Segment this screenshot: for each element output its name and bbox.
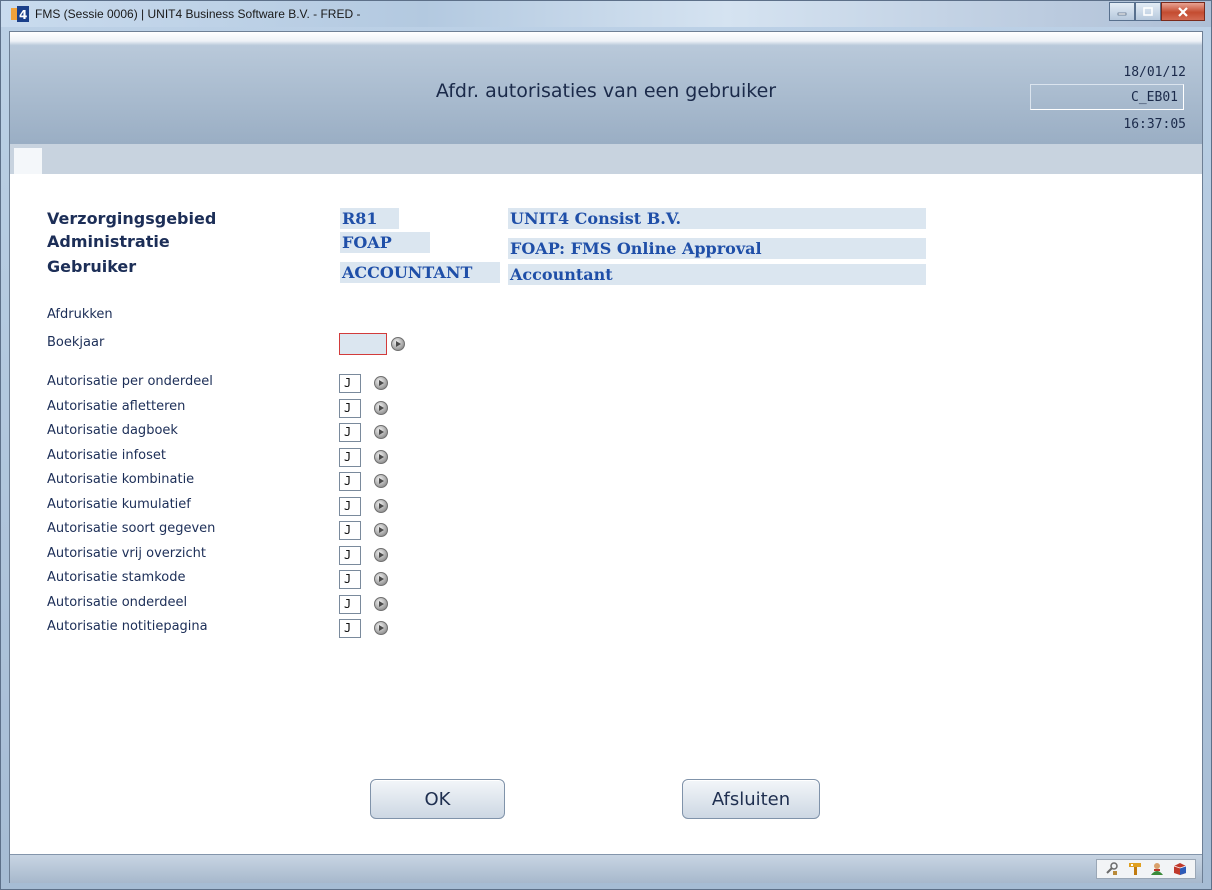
lookup-arrow-icon[interactable] [374,474,388,488]
value-administratie-description: FOAP: FMS Online Approval [508,238,926,259]
unit4-logo-icon: 4 [11,6,29,22]
input-autorisatie-per-onderdeel[interactable]: J [339,374,361,393]
title-bar[interactable]: 4 FMS (Sessie 0006) | UNIT4 Business Sof… [1,1,1211,27]
minimize-button[interactable] [1109,2,1135,21]
label-autorisatie-per-onderdeel: Autorisatie per onderdeel [47,374,213,389]
header-date: 18/01/12 [1123,65,1186,80]
label-autorisatie-afletteren: Autorisatie afletteren [47,399,186,414]
label-boekjaar: Boekjaar [47,335,105,350]
label-autorisatie-vrij-overzicht: Autorisatie vrij overzicht [47,546,207,561]
help-icon[interactable] [1128,862,1142,876]
lookup-arrow-icon[interactable] [374,450,388,464]
ok-button[interactable]: OK [370,779,505,819]
page-header: Afdr. autorisaties van een gebruiker 18/… [10,32,1202,144]
status-bar [10,854,1202,883]
lookup-arrow-icon[interactable] [374,499,388,513]
lookup-arrow-icon[interactable] [374,597,388,611]
window-controls [1109,2,1205,21]
boekjaar-input[interactable] [339,333,387,355]
box-icon[interactable] [1173,862,1187,876]
label-autorisatie-dagboek: Autorisatie dagboek [47,423,178,438]
afsluiten-button[interactable]: Afsluiten [682,779,820,819]
lookup-arrow-icon[interactable] [374,572,388,586]
label-autorisatie-notitiepagina: Autorisatie notitiepagina [47,619,208,634]
input-autorisatie-infoset[interactable]: J [339,448,361,467]
value-verzorgingsgebied-description: UNIT4 Consist B.V. [508,208,926,229]
minimize-icon [1117,12,1127,15]
label-administratie: Administratie [47,232,170,251]
label-autorisatie-kombinatie: Autorisatie kombinatie [47,472,195,487]
label-gebruiker: Gebruiker [47,257,137,276]
value-verzorgingsgebied-code: R81 [340,208,399,229]
maximize-icon [1143,6,1153,16]
label-autorisatie-infoset: Autorisatie infoset [47,448,166,463]
close-icon [1178,6,1188,17]
value-gebruiker-code: ACCOUNTANT [340,262,500,283]
window-title: FMS (Sessie 0006) | UNIT4 Business Softw… [35,7,361,21]
value-administratie-code: FOAP [340,232,430,253]
lookup-arrow-icon[interactable] [374,401,388,415]
maximize-button[interactable] [1135,2,1161,21]
input-autorisatie-notitiepagina[interactable]: J [339,619,361,638]
page-title: Afdr. autorisaties van een gebruiker [435,80,777,102]
input-autorisatie-kumulatief[interactable]: J [339,497,361,516]
footer-icon-tray [1096,859,1196,879]
user-icon[interactable] [1150,862,1164,876]
input-autorisatie-afletteren[interactable]: J [339,399,361,418]
input-autorisatie-soort-gegeven[interactable]: J [339,521,361,540]
lookup-arrow-icon[interactable] [374,523,388,537]
svg-text:4: 4 [19,8,27,22]
input-autorisatie-vrij-overzicht[interactable]: J [339,546,361,565]
label-autorisatie-kumulatief: Autorisatie kumulatief [47,497,191,512]
label-verzorgingsgebied: Verzorgingsgebied [47,209,217,228]
input-autorisatie-stamkode[interactable]: J [339,570,361,589]
section-afdrukken: Afdrukken [47,307,113,322]
lookup-arrow-icon[interactable] [374,621,388,635]
label-autorisatie-onderdeel: Autorisatie onderdeel [47,595,188,610]
value-gebruiker-description: Accountant [508,264,926,285]
label-autorisatie-stamkode: Autorisatie stamkode [47,570,186,585]
lookup-arrow-icon[interactable] [374,548,388,562]
input-autorisatie-dagboek[interactable]: J [339,423,361,442]
toolbar-notch [14,148,42,174]
toolbar-strip [10,144,1202,174]
input-autorisatie-onderdeel[interactable]: J [339,595,361,614]
lookup-arrow-icon[interactable] [374,425,388,439]
application-window: 4 FMS (Sessie 0006) | UNIT4 Business Sof… [0,0,1212,890]
boekjaar-lookup-arrow-icon[interactable] [391,337,405,351]
lookup-arrow-icon[interactable] [374,376,388,390]
client-area: Afdr. autorisaties van een gebruiker 18/… [9,31,1203,883]
tools-icon[interactable] [1105,862,1119,876]
header-program-code: C_EB01 [1131,90,1178,105]
close-window-button[interactable] [1161,2,1205,21]
label-autorisatie-soort-gegeven: Autorisatie soort gegeven [47,521,216,536]
header-time: 16:37:05 [1123,117,1186,132]
input-autorisatie-kombinatie[interactable]: J [339,472,361,491]
